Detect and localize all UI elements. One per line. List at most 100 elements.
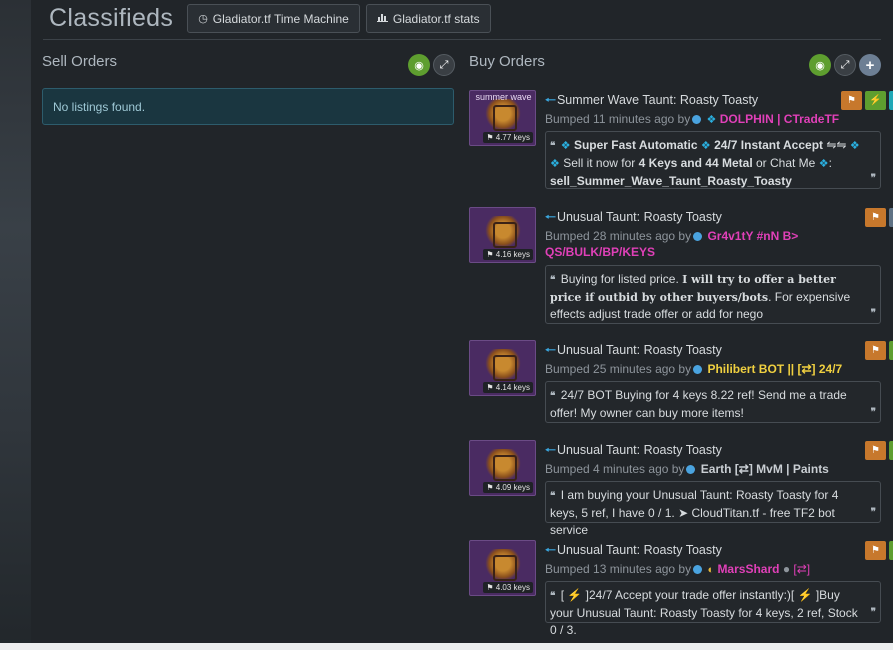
flag-icon: ⚑	[871, 445, 880, 456]
trade-offer-button[interactable]: ⇄	[889, 208, 893, 227]
listing-description: ❝ ❖ Super Fast Automatic ❖ 24/7 Instant …	[545, 131, 881, 189]
listing-description: ❝ Buying for listed price. I will try to…	[545, 265, 881, 324]
listing-title[interactable]: 🠐Unusual Taunt: Roasty Toasty	[545, 541, 722, 562]
sell-toggle-visibility-button[interactable]: ◉	[408, 54, 430, 76]
quote-close-icon: ❞	[870, 407, 876, 418]
buy-orders-title: Buy Orders	[469, 53, 545, 70]
flag-button[interactable]: ⚑	[865, 341, 886, 360]
flag-icon: ⚑	[871, 545, 880, 556]
flag-button[interactable]: ⚑	[865, 208, 886, 227]
flag-button[interactable]: ⚑	[841, 91, 862, 110]
listing-title[interactable]: 🠐Unusual Taunt: Roasty Toasty	[545, 441, 722, 462]
diamond-icon: ❖	[550, 158, 560, 170]
listing-meta: Bumped 25 minutes ago by Philibert BOT |…	[545, 362, 843, 376]
flag-icon: ⚑	[871, 345, 880, 356]
clock-icon: ◷	[198, 13, 208, 25]
penguin-icon: ●	[782, 562, 791, 576]
bottom-bar	[0, 643, 893, 650]
quote-close-icon: ❞	[870, 308, 876, 319]
listing-description: ❝ 24/7 BOT Buying for 4 keys 8.22 ref! S…	[545, 381, 881, 423]
user-link[interactable]: Philibert BOT || [⇄] 24/7	[707, 362, 842, 376]
item-image	[485, 216, 521, 248]
trade-indicator: [⇄]	[793, 562, 811, 576]
gem-icon: ❖	[560, 140, 571, 152]
listing-title[interactable]: 🠐Summer Wave Taunt: Roasty Toasty	[545, 91, 758, 112]
quote-close-icon: ❞	[870, 173, 876, 184]
quote-open-icon: ❝	[550, 141, 556, 152]
item-image	[485, 349, 521, 381]
quote-close-icon: ❞	[870, 507, 876, 518]
background-strip	[0, 0, 31, 650]
instant-trade-button[interactable]: ⚡	[889, 341, 893, 360]
online-status-icon	[693, 565, 703, 574]
buy-expand-button[interactable]: ⤢	[834, 54, 856, 76]
time-machine-button[interactable]: ◷ Gladiator.tf Time Machine	[187, 4, 360, 33]
user-link[interactable]: MarsShard	[717, 562, 779, 576]
bar-chart-icon	[376, 12, 388, 25]
quote-open-icon: ❝	[550, 275, 556, 286]
arrow-left-icon: 🠐	[545, 93, 556, 107]
flag-icon: ⚑	[847, 95, 856, 106]
user-link[interactable]: Earth [⇄] MvM | Paints	[701, 462, 829, 476]
item-thumbnail[interactable]: ⚑ 4.03 keys	[469, 540, 536, 596]
gem-icon: ❖	[700, 140, 711, 152]
flag-button[interactable]: ⚑	[865, 441, 886, 460]
online-status-icon	[692, 115, 702, 124]
arrow-left-icon: 🠐	[545, 343, 556, 357]
diamond-icon: ❖	[706, 114, 717, 126]
listing-title[interactable]: 🠐Unusual Taunt: Roasty Toasty	[545, 341, 722, 362]
listing-title[interactable]: 🠐Unusual Taunt: Roasty Toasty	[545, 208, 722, 229]
instant-buy-button[interactable]: ⚡	[889, 91, 893, 110]
price-tag: ⚑ 4.03 keys	[483, 582, 533, 593]
effect-label: summer wave	[475, 92, 532, 102]
item-image	[485, 99, 521, 131]
price-tag: ⚑ 4.77 keys	[483, 132, 533, 143]
instant-trade-button[interactable]: ⚡	[889, 441, 893, 460]
quote-open-icon: ❝	[550, 391, 556, 402]
quote-open-icon: ❝	[550, 491, 556, 502]
time-machine-label: Gladiator.tf Time Machine	[212, 11, 349, 26]
item-image	[485, 549, 521, 581]
header-divider	[43, 39, 881, 40]
price-tag: ⚑ 4.14 keys	[483, 382, 533, 393]
classifieds-page: Classifieds ◷ Gladiator.tf Time Machine …	[31, 0, 893, 650]
buy-toggle-visibility-button[interactable]: ◉	[809, 54, 831, 76]
diamond-icon: ❖	[818, 158, 829, 170]
stats-label: Gladiator.tf stats	[392, 11, 480, 26]
user-link[interactable]: DOLPHIN | CTradeTF	[720, 112, 839, 126]
listing-description: ❝ [ ⚡ ]24/7 Accept your trade offer inst…	[545, 581, 881, 637]
lightning-icon: ⚡	[869, 95, 882, 106]
page-title: Classifieds	[49, 4, 174, 32]
no-listings-alert: No listings found.	[42, 88, 454, 125]
item-image	[485, 449, 521, 481]
listing-description: ❝ I am buying your Unusual Taunt: Roasty…	[545, 481, 881, 537]
online-status-icon	[693, 365, 703, 374]
flag-button[interactable]: ⚑	[865, 541, 886, 560]
flag-icon: ⚑	[871, 212, 880, 223]
expand-icon: ⤢	[840, 58, 850, 71]
price-tag: ⚑ 4.09 keys	[483, 482, 533, 493]
online-status-icon	[686, 465, 696, 474]
arrow-left-icon: 🠐	[545, 210, 556, 224]
arrow-left-icon: 🠐	[545, 543, 556, 557]
sell-orders-title: Sell Orders	[42, 53, 118, 70]
arrow-left-icon: 🠐	[545, 443, 556, 457]
eye-icon: ◉	[815, 59, 825, 72]
item-thumbnail[interactable]: ⚑ 4.09 keys	[469, 440, 536, 496]
sell-expand-button[interactable]: ⤢	[433, 54, 455, 76]
header: Classifieds ◷ Gladiator.tf Time Machine …	[49, 4, 497, 33]
add-listing-button[interactable]: +	[859, 54, 881, 76]
item-thumbnail[interactable]: ⚑ 4.14 keys	[469, 340, 536, 396]
eye-icon: ◉	[414, 59, 424, 72]
stats-button[interactable]: Gladiator.tf stats	[365, 4, 491, 33]
online-status-icon	[693, 232, 703, 241]
item-thumbnail[interactable]: summer wave ⚑ 4.77 keys	[469, 90, 536, 146]
plus-icon: +	[865, 56, 875, 74]
item-thumbnail[interactable]: ⚑ 4.16 keys	[469, 207, 536, 263]
listing-meta: Bumped 28 minutes ago by Gr4v1tY #nN B> …	[545, 229, 799, 259]
instant-trade-button[interactable]: ⚡	[865, 91, 886, 110]
price-tag: ⚑ 4.16 keys	[483, 249, 533, 260]
instant-trade-button[interactable]: ⚡	[889, 541, 893, 560]
listing-meta: Bumped 4 minutes ago by Earth [⇄] MvM | …	[545, 462, 829, 476]
listing-meta: Bumped 13 minutes ago by ◐ MarsShard ● […	[545, 562, 811, 576]
